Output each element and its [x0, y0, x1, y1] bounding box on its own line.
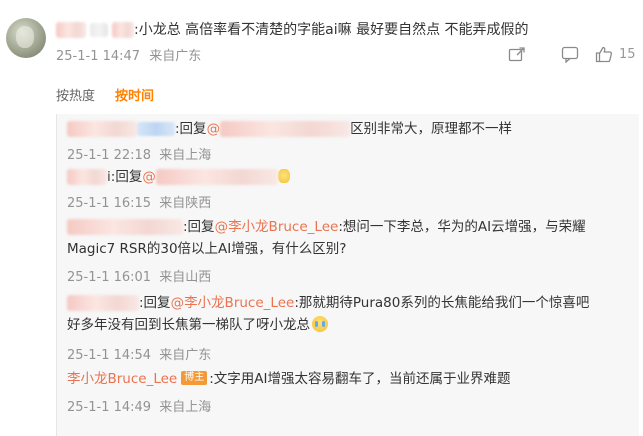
reply-meta: 25-1-1 16:15 来自陕西 — [67, 192, 211, 211]
reply-prefix: :回复 — [139, 295, 171, 311]
reply-text-line2: Magic7 RSR的30倍以上AI增强，有什么区别? — [67, 241, 347, 257]
comment-meta: 25-1-1 14:47 来自广东 — [56, 45, 201, 64]
reply-location: 来自陕西 — [159, 196, 212, 211]
comment-action[interactable] — [561, 44, 579, 64]
reply-location: 来自上海 — [159, 400, 212, 415]
mention-redacted[interactable] — [155, 169, 278, 185]
reply-time: 25-1-1 16:15 — [67, 196, 152, 211]
share-icon[interactable] — [508, 46, 526, 62]
username-redacted-2[interactable] — [90, 23, 108, 37]
reply-username-redacted-badge — [137, 122, 175, 136]
reply-item: 李小龙Bruce_Lee 博主:文字用AI增强太容易翻车了，当前还属于业界难题 — [67, 368, 632, 390]
reply-prefix: :回复 — [110, 169, 143, 185]
reply-meta: 25-1-1 16:01 来自山西 — [67, 266, 211, 285]
reply-item: i:回复@ — [67, 166, 632, 188]
reply-username-redacted[interactable] — [67, 295, 139, 311]
reply-mention[interactable]: @ — [142, 169, 156, 185]
username-redacted[interactable] — [56, 22, 86, 38]
share-action[interactable] — [508, 44, 526, 64]
like-action[interactable]: 15 — [595, 44, 636, 64]
comment-icon[interactable] — [561, 46, 579, 63]
reply-time: 25-1-1 16:01 — [67, 270, 152, 285]
reply-meta: 25-1-1 22:18 来自上海 — [67, 144, 211, 163]
reply-text: :那就期待Pura80系列的长焦能给我们一个惊喜吧 — [294, 295, 590, 311]
comment-text: :小龙总 高倍率看不清楚的字能ai嘛 最好要自然点 不能弄成假的 — [134, 22, 529, 38]
like-count: 15 — [619, 46, 636, 62]
reply-item: :回复@ 区别非常大，原理都不一样 — [67, 118, 632, 140]
reply-text-line2: 好多年没有回到长焦第一梯队了呀小龙总 — [67, 317, 310, 333]
reply-location: 来自广东 — [159, 348, 212, 363]
comment-location: 来自广东 — [149, 49, 202, 64]
reply-item: :回复@李小龙Bruce_Lee:那就期待Pura80系列的长焦能给我们一个惊喜… — [67, 292, 632, 336]
reply-username-redacted[interactable] — [67, 219, 183, 235]
comment-time: 25-1-1 14:47 — [56, 49, 141, 64]
reply-time: 25-1-1 14:54 — [67, 348, 152, 363]
avatar[interactable] — [6, 18, 46, 58]
reply-mention[interactable]: @ — [207, 121, 221, 137]
sort-by-heat[interactable]: 按热度 — [56, 85, 95, 104]
reply-meta: 25-1-1 14:49 来自上海 — [67, 396, 211, 415]
reply-meta: 25-1-1 14:54 来自广东 — [67, 344, 211, 363]
reply-prefix: :回复 — [175, 121, 207, 137]
like-icon[interactable] — [595, 46, 613, 63]
reply-username-redacted[interactable] — [67, 121, 137, 137]
reply-mention[interactable]: @李小龙Bruce_Lee — [171, 295, 295, 311]
reply-time: 25-1-1 22:18 — [67, 148, 152, 163]
reply-location: 来自山西 — [159, 270, 212, 285]
mention-redacted[interactable] — [220, 121, 351, 137]
top-comment: :小龙总 高倍率看不清楚的字能ai嘛 最好要自然点 不能弄成假的 25-1-1 … — [0, 0, 643, 80]
author-badge: 博主 — [181, 371, 208, 385]
sort-by-time[interactable]: 按时间 — [115, 85, 154, 104]
reply-text: :文字用AI增强太容易翻车了，当前还属于业界难题 — [209, 371, 511, 387]
reply-location: 来自上海 — [159, 148, 212, 163]
replies-panel: :回复@ 区别非常大，原理都不一样 25-1-1 22:18 来自上海 i:回复@… — [56, 114, 639, 436]
crying-emoji-icon — [312, 316, 328, 332]
reply-username-redacted[interactable] — [67, 169, 107, 185]
emoji-icon — [277, 169, 290, 183]
comment-line: :小龙总 高倍率看不清楚的字能ai嘛 最好要自然点 不能弄成假的 — [56, 20, 529, 40]
reply-text: :想问一下李总，华为的AI云增强，与荣耀 — [338, 219, 586, 235]
reply-mention[interactable]: @李小龙Bruce_Lee — [215, 219, 339, 235]
reply-prefix: :回复 — [183, 219, 215, 235]
reply-author[interactable]: 李小龙Bruce_Lee — [67, 371, 177, 387]
reply-text: 区别非常大，原理都不一样 — [350, 121, 513, 137]
reply-item: :回复@李小龙Bruce_Lee:想问一下李总，华为的AI云增强，与荣耀 Mag… — [67, 216, 632, 260]
sort-bar: 按热度 按时间 — [56, 85, 154, 104]
username-redacted-3[interactable] — [112, 22, 134, 38]
reply-time: 25-1-1 14:49 — [67, 400, 152, 415]
